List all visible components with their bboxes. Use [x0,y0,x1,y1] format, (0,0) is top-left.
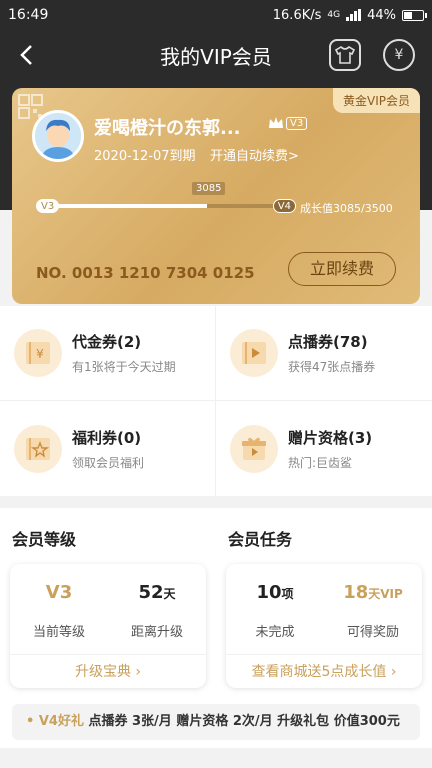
tshirt-icon[interactable] [329,39,361,71]
reward-value: 18 [343,582,369,603]
signal-icon [346,9,362,21]
card-number: NO. 0013 1210 7304 0125 [36,264,255,282]
upgrade-guide-link[interactable]: 升级宝典 › [10,654,206,688]
battery-percent: 44% [367,7,396,23]
v4-gift-bar[interactable]: • V4好礼 点播券 3张/月 赠片资格 2次/月 升级礼包 价值300元 [12,704,420,740]
coupon-title: 点播券(78) [288,333,368,351]
status-bar: 16:49 16.6K/s 4G 44% [0,0,432,30]
auto-renew-link[interactable]: 开通自动续费> [210,145,299,164]
status-time: 16:49 [8,7,49,23]
renew-button[interactable]: 立即续费 [288,252,396,286]
back-arrow-icon [20,45,32,65]
current-level-value: V3 [45,582,73,603]
coupon-voucher[interactable]: ¥ 代金券(2) 有1张将于今天过期 [0,306,216,401]
reward-label: 可得奖励 [346,625,399,640]
vip-tier-badge: 黄金VIP会员 [333,88,420,113]
network-type: 4G [327,10,341,20]
nav-bar: 我的VIP会员 ¥ [0,30,432,80]
play-ticket-icon [230,329,278,377]
battery-icon [402,9,427,21]
member-task-panel: 10项 未完成 18天VIP 可得奖励 查看商城送5点成长值 › [226,564,422,688]
level-task-section: 会员等级 会员任务 V3 当前等级 52天 距离升级 升级宝典 › 10项 未完… [0,508,432,748]
voucher-icon: ¥ [14,329,62,377]
task-section-title: 会员任务 [228,530,293,549]
network-speed: 16.6K/s [272,7,322,23]
coupon-title: 福利券(0) [72,428,142,447]
shop-task-link[interactable]: 查看商城送5点成长值 › [226,654,422,688]
coupon-subtitle: 领取会员福利 [72,455,145,470]
coupon-subtitle: 热门:巨齿鲨 [288,455,353,470]
coupon-title: 赠片资格(3) [288,428,373,447]
coupon-subtitle: 获得47张点播券 [288,360,376,374]
progress-fill [52,204,207,208]
svg-text:¥: ¥ [36,347,44,361]
coupon-subtitle: 有1张将于今天过期 [72,360,176,374]
coupon-gift-film[interactable]: 赠片资格(3) 热门:巨齿鲨 [216,401,432,496]
page-title: 我的VIP会员 [160,44,272,69]
coupon-title: 代金券(2) [72,333,142,351]
gift-tag: • V4好礼 [26,714,84,729]
days-unit: 天 [163,587,176,601]
growth-progress: 3085 V3 V4 [36,182,296,216]
username: 爱喝橙汁の东郭... [94,118,241,139]
crown-icon [269,117,283,128]
coupon-grid: ¥ 代金券(2) 有1张将于今天过期 点播券(78) 获得47张点播券 福利券(… [0,306,432,496]
star-ticket-icon [14,424,62,473]
back-button[interactable] [12,40,40,70]
level-section-title: 会员等级 [12,530,77,549]
coupon-on-demand[interactable]: 点播券(78) 获得47张点播券 [216,306,432,401]
todo-value: 10 [256,582,282,603]
level-from: V3 [36,199,60,213]
expiry-date: 2020-12-07到期 [94,149,196,164]
gift-text: 点播券 3张/月 赠片资格 2次/月 升级礼包 价值300元 [88,714,400,729]
todo-unit: 项 [281,587,294,601]
member-level-panel: V3 当前等级 52天 距离升级 升级宝典 › [10,564,206,688]
gift-film-icon [230,424,278,473]
current-level: V3 当前等级 [10,582,108,640]
days-label: 距离升级 [130,625,183,640]
current-level-label: 当前等级 [32,625,85,640]
level-tag: V3 [286,116,308,130]
coupon-welfare[interactable]: 福利券(0) 领取会员福利 [0,401,216,496]
reward-unit: 天VIP [368,587,403,601]
avatar[interactable] [32,110,84,162]
level-to: V4 [272,199,296,213]
level-badge: V3 [268,116,308,130]
progress-value: 3085 [192,182,226,195]
todo-label: 未完成 [255,625,295,640]
vip-card: 黄金VIP会员 爱喝橙汁の东郭... V3 2020-12-07到期 开通自动续… [12,88,420,304]
task-reward: 18天VIP 可得奖励 [324,582,422,640]
incomplete-tasks: 10项 未完成 [226,582,324,640]
days-value: 52 [138,582,164,603]
growth-value: 成长值3085/3500 [300,202,393,215]
coin-exchange-icon[interactable]: ¥ [383,39,415,71]
days-to-upgrade: 52天 距离升级 [108,582,206,640]
